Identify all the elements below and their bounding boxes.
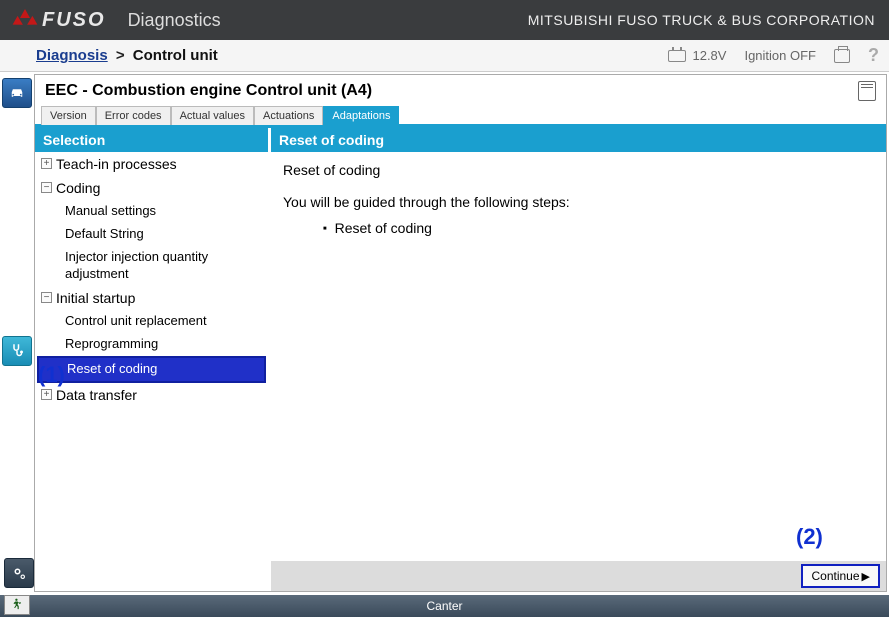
tab-actual-values[interactable]: Actual values — [171, 106, 254, 125]
vehicle-name: Canter — [426, 599, 462, 613]
corporation-text: MITSUBISHI FUSO TRUCK & BUS CORPORATION — [528, 12, 875, 28]
running-man-icon — [9, 598, 25, 612]
mitsubishi-logo-icon — [14, 9, 36, 31]
breadcrumb-root-link[interactable]: Diagnosis — [36, 47, 108, 64]
detail-heading: Reset of coding — [283, 162, 874, 178]
detail-steps: Reset of coding — [323, 220, 874, 236]
breadcrumb: Diagnosis > Control unit — [36, 47, 218, 64]
tree-item[interactable]: Manual settings — [35, 200, 268, 223]
stethoscope-icon — [8, 342, 26, 360]
detail-intro: You will be guided through the following… — [283, 194, 874, 210]
fuso-logo: FUSO — [14, 9, 106, 32]
tree-item[interactable]: + Data transfer — [35, 383, 268, 407]
tree-item-label: Coding — [56, 179, 100, 197]
detail-footer: Continue ▶ — [271, 561, 886, 591]
detail-header: Reset of coding — [271, 128, 886, 152]
tabs-row: VersionError codesActual valuesActuation… — [35, 105, 886, 128]
title-row: EEC - Combustion engine Control unit (A4… — [35, 75, 886, 105]
tab-version[interactable]: Version — [41, 106, 96, 125]
tree-item[interactable]: + Teach-in processes — [35, 152, 268, 176]
tree-item[interactable]: Reset of coding — [37, 356, 266, 383]
settings-button[interactable] — [4, 558, 34, 588]
tree-item-label: Initial startup — [56, 289, 135, 307]
app-header: FUSO Diagnostics MITSUBISHI FUSO TRUCK &… — [0, 0, 889, 40]
vehicle-button[interactable] — [2, 78, 32, 108]
breadcrumb-current: Control unit — [133, 47, 218, 64]
tab-adaptations[interactable]: Adaptations — [323, 106, 399, 125]
brand-text: FUSO — [42, 9, 106, 32]
tree-item-label: Reprogramming — [65, 336, 158, 353]
tree-item[interactable]: −Initial startup — [35, 286, 268, 310]
print-icon[interactable] — [834, 49, 850, 63]
continue-label: Continue — [811, 569, 859, 583]
tree-item[interactable]: Control unit replacement — [35, 310, 268, 333]
toolbar-status: 12.8V Ignition OFF ? — [668, 45, 879, 66]
selection-pane: Selection +Teach-in processes−CodingManu… — [35, 128, 271, 591]
tree-item-label: Manual settings — [65, 203, 156, 220]
tree-item[interactable]: Injector injection quantity adjustment — [35, 246, 268, 286]
battery-icon — [668, 50, 686, 62]
gears-icon — [10, 564, 28, 582]
tree-item[interactable]: −Coding — [35, 176, 268, 200]
selection-header: Selection — [35, 128, 268, 152]
collapse-icon[interactable]: − — [41, 292, 52, 303]
expand-icon[interactable]: + — [41, 389, 52, 400]
detail-body: Reset of coding You will be guided throu… — [271, 152, 886, 561]
voltage-value: 12.8V — [692, 48, 726, 63]
tree-item-label: Reset of coding — [67, 361, 157, 378]
breadcrumb-sep: > — [116, 47, 125, 64]
tree-item-label: Default String — [65, 226, 144, 243]
exit-button[interactable] — [4, 595, 30, 615]
status-bar: Canter — [0, 595, 889, 617]
tree-item-label: Control unit replacement — [65, 313, 207, 330]
toolbar: Diagnosis > Control unit 12.8V Ignition … — [0, 40, 889, 72]
step-item: Reset of coding — [323, 220, 874, 236]
continue-button[interactable]: Continue ▶ — [801, 564, 880, 588]
tree-item[interactable]: Default String — [35, 223, 268, 246]
app-name: Diagnostics — [128, 10, 221, 31]
expand-icon[interactable]: + — [41, 158, 52, 169]
tab-error-codes[interactable]: Error codes — [96, 106, 171, 125]
detail-pane: Reset of coding Reset of coding You will… — [271, 128, 886, 591]
tree-item-label: Teach-in processes — [56, 155, 177, 173]
help-icon[interactable]: ? — [868, 45, 879, 66]
page-title: EEC - Combustion engine Control unit (A4… — [45, 82, 372, 100]
battery-status: 12.8V — [668, 48, 726, 63]
tree-item-label: Injector injection quantity adjustment — [65, 249, 264, 283]
document-icon[interactable] — [858, 81, 876, 101]
selection-tree[interactable]: +Teach-in processes−CodingManual setting… — [35, 152, 268, 591]
panes: Selection +Teach-in processes−CodingManu… — [35, 128, 886, 591]
tree-item-label: Data transfer — [56, 386, 137, 404]
content-panel: EEC - Combustion engine Control unit (A4… — [34, 74, 887, 592]
ignition-status: Ignition OFF — [744, 48, 816, 63]
car-icon — [8, 84, 26, 102]
tab-actuations[interactable]: Actuations — [254, 106, 323, 125]
tree-item[interactable]: Reprogramming — [35, 333, 268, 356]
brand-block: FUSO Diagnostics — [14, 9, 221, 32]
icon-rail — [0, 72, 34, 592]
play-icon: ▶ — [862, 570, 870, 583]
collapse-icon[interactable]: − — [41, 182, 52, 193]
main-area: EEC - Combustion engine Control unit (A4… — [0, 72, 889, 592]
diagnostics-button[interactable] — [2, 336, 32, 366]
